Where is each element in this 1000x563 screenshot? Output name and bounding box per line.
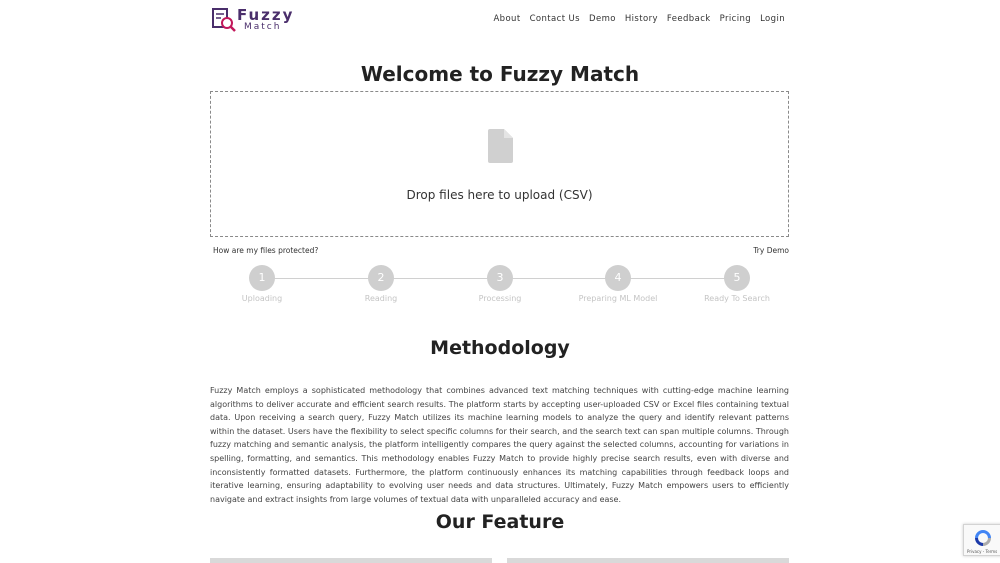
step-number: 2 bbox=[368, 265, 394, 291]
step-number: 4 bbox=[605, 265, 631, 291]
file-icon bbox=[488, 129, 513, 163]
features-title: Our Feature bbox=[435, 511, 565, 533]
step-processing: 3 Processing bbox=[450, 265, 550, 303]
try-demo-link[interactable]: Try Demo bbox=[753, 246, 789, 255]
step-number: 3 bbox=[487, 265, 513, 291]
page-title: Welcome to Fuzzy Match bbox=[360, 62, 640, 86]
header: Fuzzy Match About Contact Us Demo Histor… bbox=[0, 0, 1000, 40]
logo-subtext: Match bbox=[244, 22, 282, 32]
step-label: Preparing ML Model bbox=[578, 294, 658, 303]
step-preparing-ml-model: 4 Preparing ML Model bbox=[568, 265, 668, 303]
nav-pricing[interactable]: Pricing bbox=[720, 14, 751, 24]
nav-history[interactable]: History bbox=[625, 14, 658, 24]
step-ready-to-search: 5 Ready To Search bbox=[687, 265, 787, 303]
step-label: Uploading bbox=[241, 294, 283, 303]
drop-text: Drop files here to upload (CSV) bbox=[406, 188, 593, 202]
step-label: Reading bbox=[364, 294, 398, 303]
feature-card bbox=[210, 558, 492, 563]
recaptcha-badge[interactable]: Privacy - Terms bbox=[963, 524, 1000, 556]
step-label: Ready To Search bbox=[704, 294, 770, 303]
nav-contact-us[interactable]: Contact Us bbox=[530, 14, 580, 24]
logo[interactable]: Fuzzy Match bbox=[211, 6, 292, 34]
step-number: 5 bbox=[724, 265, 750, 291]
step-number: 1 bbox=[249, 265, 275, 291]
file-dropzone[interactable]: Drop files here to upload (CSV) bbox=[210, 91, 789, 237]
nav-login[interactable]: Login bbox=[760, 14, 785, 24]
nav-about[interactable]: About bbox=[493, 14, 520, 24]
methodology-text: Fuzzy Match employs a sophisticated meth… bbox=[210, 386, 789, 504]
step-label: Processing bbox=[478, 294, 522, 303]
feature-card bbox=[507, 558, 789, 563]
files-protected-link[interactable]: How are my files protected? bbox=[213, 246, 318, 255]
recaptcha-icon bbox=[975, 530, 991, 546]
step-uploading: 1 Uploading bbox=[212, 265, 312, 303]
step-reading: 2 Reading bbox=[331, 265, 431, 303]
main-nav: About Contact Us Demo History Feedback P… bbox=[493, 14, 785, 24]
magnifier-document-icon bbox=[212, 8, 236, 32]
nav-demo[interactable]: Demo bbox=[589, 14, 616, 24]
methodology-title: Methodology bbox=[430, 337, 570, 359]
recaptcha-text[interactable]: Privacy - Terms bbox=[967, 549, 997, 554]
nav-feedback[interactable]: Feedback bbox=[667, 14, 711, 24]
